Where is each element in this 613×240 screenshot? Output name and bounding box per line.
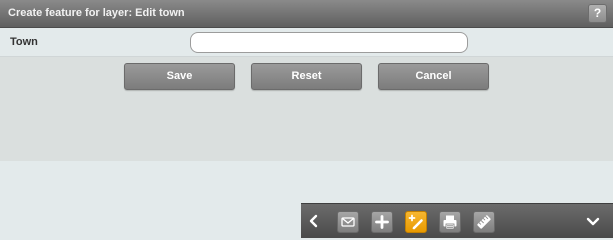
chevron-down-icon[interactable]	[585, 212, 601, 230]
dialog-header: Create feature for layer: Edit town ?	[0, 0, 613, 28]
town-field-row: Town	[0, 29, 613, 57]
measure-icon[interactable]	[473, 211, 495, 233]
cancel-button[interactable]: Cancel	[378, 63, 489, 90]
town-input[interactable]	[190, 32, 468, 53]
chevron-left-icon[interactable]	[306, 212, 322, 230]
form-actions-panel: Save Reset Cancel	[0, 57, 613, 161]
bottom-toolbar	[301, 203, 613, 238]
mail-icon[interactable]	[337, 211, 359, 233]
draw-feature-icon[interactable]	[405, 211, 427, 233]
add-icon[interactable]	[371, 211, 393, 233]
print-icon[interactable]	[439, 211, 461, 233]
save-button[interactable]: Save	[124, 63, 235, 90]
reset-button[interactable]: Reset	[251, 63, 362, 90]
dialog-title: Create feature for layer: Edit town	[8, 7, 185, 19]
town-field-label: Town	[10, 36, 38, 48]
help-button[interactable]: ?	[588, 4, 607, 23]
